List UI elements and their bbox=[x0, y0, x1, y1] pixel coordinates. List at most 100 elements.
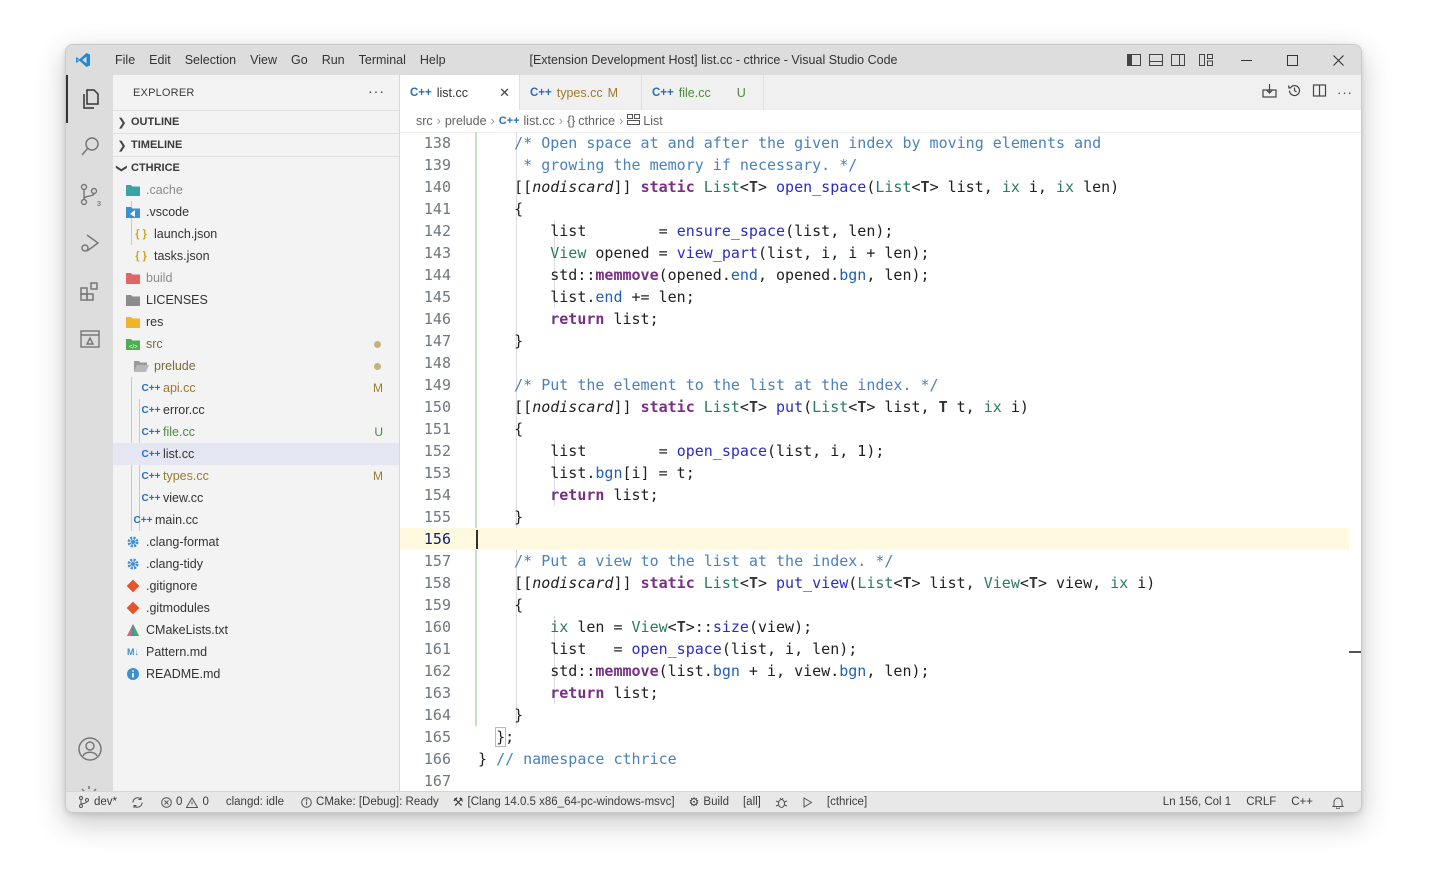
more-actions-icon[interactable]: ··· bbox=[1337, 85, 1353, 100]
menu-run[interactable]: Run bbox=[315, 45, 352, 75]
run-icon[interactable] bbox=[795, 796, 820, 808]
code-line: 166} // namespace cthrice bbox=[423, 750, 677, 768]
maximize-icon[interactable] bbox=[1269, 45, 1315, 75]
code-line: 159 { bbox=[423, 596, 524, 614]
minimize-icon[interactable] bbox=[1223, 45, 1269, 75]
line-ending[interactable]: CRLF bbox=[1239, 796, 1284, 808]
tree-item-label: file.cc bbox=[163, 425, 195, 439]
language-mode[interactable]: C++ bbox=[1284, 796, 1325, 808]
tree-item-vscode[interactable]: .vscode bbox=[113, 201, 399, 223]
tree-item-error-cc[interactable]: C++ error.cc bbox=[113, 399, 399, 421]
build-label: Build bbox=[703, 796, 729, 808]
tree-item-clang-tidy[interactable]: .clang-tidy bbox=[113, 553, 399, 575]
code-line: 152 list = open_space(list, i, 1); bbox=[423, 442, 885, 460]
split-editor-icon[interactable] bbox=[1312, 83, 1327, 103]
code-editor[interactable]: 138 /* Open space at and after the given… bbox=[400, 132, 1349, 792]
breadcrumb-symbol[interactable]: List bbox=[643, 114, 662, 128]
compare-icon[interactable] bbox=[1262, 83, 1277, 103]
tree-item-api-cc[interactable]: C++ api.cc M bbox=[113, 377, 399, 399]
tree-item-gitignore[interactable]: .gitignore bbox=[113, 575, 399, 597]
info-icon bbox=[301, 796, 312, 808]
tree-item-res[interactable]: res bbox=[113, 311, 399, 333]
customize-layout-icon[interactable] bbox=[1189, 45, 1223, 75]
tab-types-cc[interactable]: C++ types.cc M bbox=[520, 75, 642, 110]
tree-item-src[interactable]: </> src bbox=[113, 333, 399, 355]
breadcrumb-src[interactable]: src bbox=[416, 114, 433, 128]
menu-selection[interactable]: Selection bbox=[178, 45, 243, 75]
outline-section[interactable]: ❯ OUTLINE bbox=[113, 110, 399, 133]
menu-go[interactable]: Go bbox=[284, 45, 315, 75]
notifications-bell-icon[interactable] bbox=[1325, 796, 1351, 809]
cursor-position[interactable]: Ln 156, Col 1 bbox=[1156, 796, 1239, 808]
close-window-icon[interactable] bbox=[1315, 45, 1361, 75]
cpp-file-icon: C++ bbox=[133, 514, 153, 526]
more-actions-icon[interactable]: ··· bbox=[368, 83, 385, 99]
timeline-section[interactable]: ❯ TIMELINE bbox=[113, 133, 399, 156]
menu-terminal[interactable]: Terminal bbox=[352, 45, 413, 75]
toggle-primary-sidebar-icon[interactable] bbox=[1123, 45, 1145, 75]
tree-item-build[interactable]: build bbox=[113, 267, 399, 289]
code-line: 140 [[nodiscard]] static List<T> open_sp… bbox=[423, 178, 1120, 196]
menu-help[interactable]: Help bbox=[413, 45, 453, 75]
menu-edit[interactable]: Edit bbox=[142, 45, 178, 75]
tree-item-label: launch.json bbox=[154, 227, 218, 241]
tree-item-main-cc[interactable]: C++ main.cc bbox=[113, 509, 399, 531]
accounts-icon[interactable] bbox=[66, 725, 113, 773]
close-tab-icon[interactable]: ✕ bbox=[499, 85, 510, 101]
run-debug-icon[interactable] bbox=[66, 219, 113, 267]
tree-item-prelude[interactable]: prelude bbox=[113, 355, 399, 377]
folder-open-icon bbox=[133, 358, 149, 374]
toggle-panel-icon[interactable] bbox=[1145, 45, 1167, 75]
build-button[interactable]: ⚙ Build bbox=[682, 795, 736, 809]
branch-status[interactable]: dev* bbox=[66, 796, 124, 808]
toggle-secondary-sidebar-icon[interactable] bbox=[1167, 45, 1189, 75]
debug-icon[interactable] bbox=[768, 796, 795, 809]
sync-icon[interactable] bbox=[124, 796, 151, 809]
search-icon[interactable] bbox=[66, 123, 113, 171]
breadcrumb-file[interactable]: list.cc bbox=[524, 114, 555, 128]
build-target[interactable]: [all] bbox=[736, 796, 768, 808]
kit-status[interactable]: ⚒ [Clang 14.0.5 x86_64-pc-windows-msvc] bbox=[446, 795, 682, 809]
tree-item-cache[interactable]: .cache bbox=[113, 179, 399, 201]
folder-vscode-icon bbox=[125, 204, 141, 220]
text-cursor bbox=[476, 530, 478, 549]
menu-file[interactable]: File bbox=[108, 45, 142, 75]
tree-item-clang-format[interactable]: .clang-format bbox=[113, 531, 399, 553]
title-bar: File Edit Selection View Go Run Terminal… bbox=[66, 45, 1361, 75]
tree-item-gitmodules[interactable]: .gitmodules bbox=[113, 597, 399, 619]
tree-item-readme-md[interactable]: README.md bbox=[113, 663, 399, 685]
git-status-badge: U bbox=[736, 85, 746, 100]
extensions-icon[interactable] bbox=[66, 267, 113, 315]
tree-item-types-cc[interactable]: C++ types.cc M bbox=[113, 465, 399, 487]
tab-label: list.cc bbox=[436, 85, 468, 100]
json-icon: { } bbox=[135, 250, 147, 262]
cmake-status[interactable]: CMake: [Debug]: Ready bbox=[291, 796, 446, 808]
tree-item-pattern-md[interactable]: M↓ Pattern.md bbox=[113, 641, 399, 663]
settings-gear-file-icon bbox=[125, 556, 141, 572]
tab-list-cc[interactable]: C++ list.cc ✕ bbox=[400, 75, 520, 110]
tree-item-list-cc[interactable]: C++ list.cc bbox=[113, 443, 399, 465]
menu-view[interactable]: View bbox=[243, 45, 284, 75]
source-control-icon[interactable]: 3 bbox=[66, 171, 113, 219]
tab-file-cc[interactable]: C++ file.cc U bbox=[642, 75, 764, 110]
editor-actions: ··· bbox=[1262, 75, 1353, 110]
tools-icon: ⚒ bbox=[452, 795, 464, 809]
tree-item-launch-json[interactable]: { } launch.json bbox=[113, 223, 399, 245]
tree-item-tasks-json[interactable]: { } tasks.json bbox=[113, 245, 399, 267]
problems-status[interactable]: 0 0 bbox=[151, 796, 216, 808]
clangd-status[interactable]: clangd: idle bbox=[216, 796, 291, 808]
tree-item-file-cc[interactable]: C++ file.cc U bbox=[113, 421, 399, 443]
remote-explorer-icon[interactable] bbox=[66, 315, 113, 363]
breadcrumb-prelude[interactable]: prelude bbox=[445, 114, 487, 128]
branch-name: dev* bbox=[94, 796, 118, 808]
tree-item-cmakelists[interactable]: CMakeLists.txt bbox=[113, 619, 399, 641]
project-section[interactable]: ❯ CTHRICE bbox=[113, 156, 399, 179]
launch-target[interactable]: [cthrice] bbox=[820, 796, 874, 808]
editor-scrollbar[interactable] bbox=[1349, 132, 1361, 792]
breadcrumb-namespace[interactable]: cthrice bbox=[578, 114, 615, 128]
explorer-icon[interactable] bbox=[66, 75, 113, 123]
tree-item-label: .clang-format bbox=[146, 535, 219, 549]
tree-item-view-cc[interactable]: C++ view.cc bbox=[113, 487, 399, 509]
history-icon[interactable] bbox=[1287, 83, 1302, 103]
tree-item-licenses[interactable]: LICENSES bbox=[113, 289, 399, 311]
